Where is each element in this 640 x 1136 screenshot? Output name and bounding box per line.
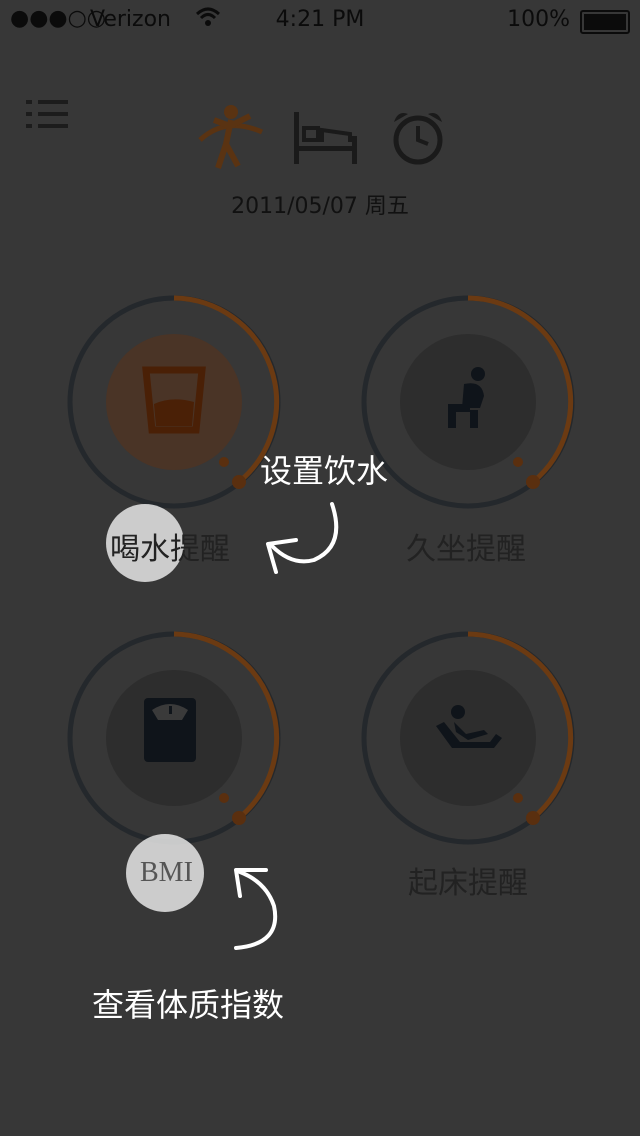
bmi-card[interactable] xyxy=(64,628,284,848)
bed-icon[interactable] xyxy=(292,108,360,170)
water-reminder-card[interactable] xyxy=(64,292,284,512)
bmi-label[interactable]: BMI xyxy=(140,857,193,889)
battery-percent: 100% xyxy=(507,7,570,32)
list-menu-icon xyxy=(26,100,68,128)
curved-arrow-icon xyxy=(266,502,339,574)
status-bar: ●●●○○ Verizon 4:21 PM 100% xyxy=(0,0,640,40)
wakeup-reminder-label[interactable]: 起床提醒 xyxy=(408,858,528,902)
runner-icon[interactable] xyxy=(196,102,266,176)
callout-view-bmi: 查看体质指数 xyxy=(92,986,285,1024)
date-label: 2011/05/07 周五 xyxy=(231,194,409,219)
callout-set-water: 设置饮水 xyxy=(260,452,389,490)
curved-arrow-icon xyxy=(234,868,278,950)
sitting-reminder-label[interactable]: 久坐提醒 xyxy=(406,524,526,568)
menu-button[interactable] xyxy=(26,98,70,136)
battery-icon xyxy=(580,10,630,34)
water-reminder-label[interactable]: 喝水提醒 xyxy=(110,524,230,568)
wakeup-reminder-card[interactable] xyxy=(358,628,578,848)
sitting-reminder-card[interactable] xyxy=(358,292,578,512)
alarm-clock-icon[interactable] xyxy=(390,108,446,170)
